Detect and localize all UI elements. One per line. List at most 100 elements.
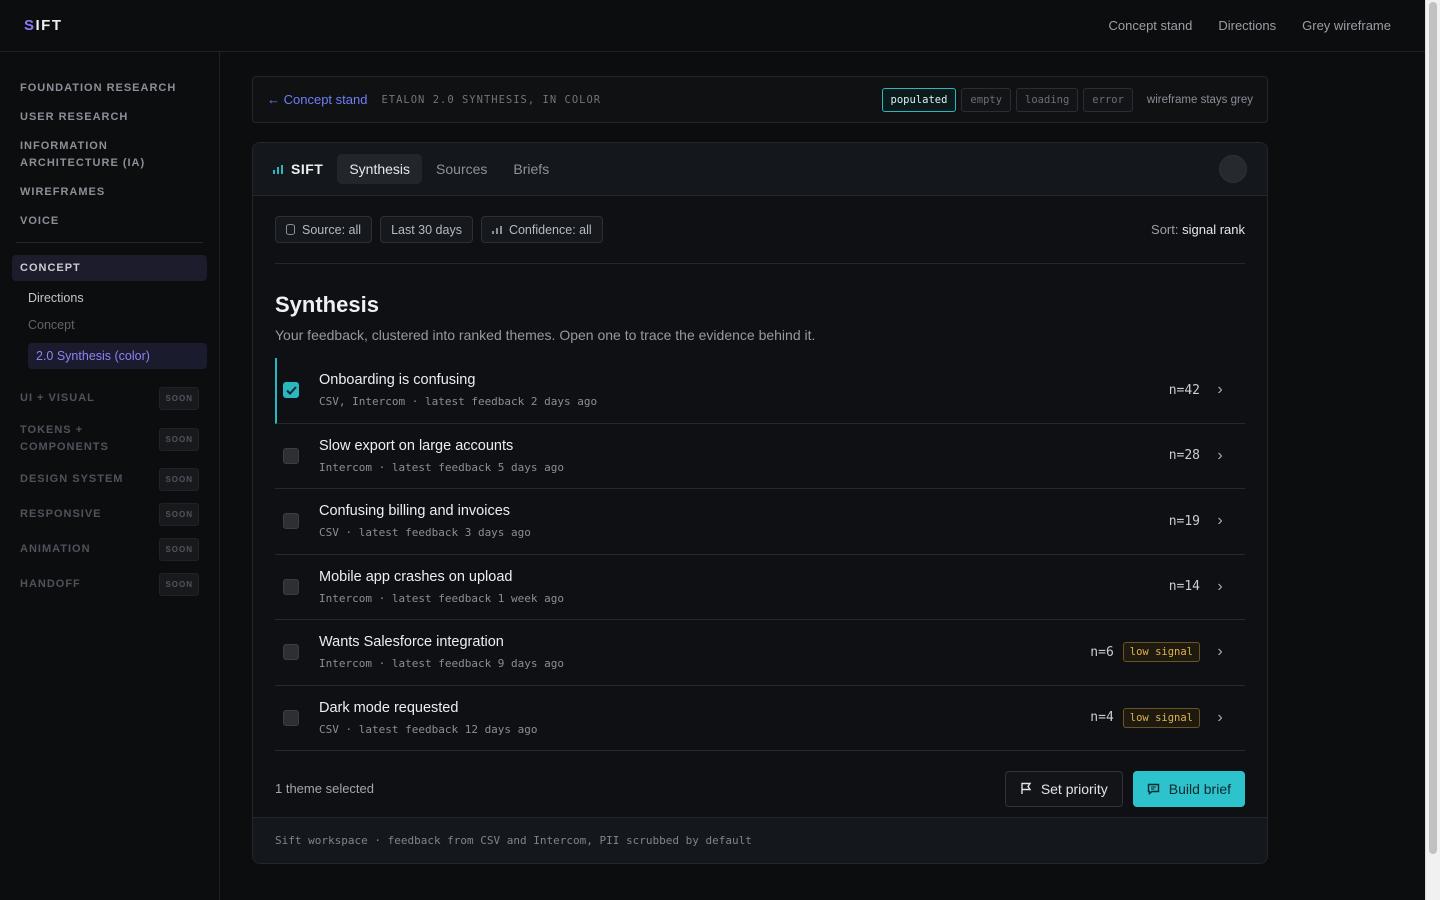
- sidebar-divider: [16, 242, 203, 243]
- theme-count: n=19: [1168, 513, 1200, 529]
- top-bar: SIFT Concept stand Directions Grey wiref…: [0, 0, 1425, 52]
- wireframe-note: wireframe stays grey: [1146, 93, 1253, 106]
- theme-row[interactable]: Slow export on large accounts Intercom ·…: [275, 424, 1245, 489]
- app-header: SIFT Synthesis Sources Briefs: [253, 143, 1267, 196]
- theme-checkbox[interactable]: [283, 709, 299, 726]
- confidence-filter[interactable]: Confidence: all: [480, 216, 603, 243]
- theme-row[interactable]: Onboarding is confusing CSV, Intercom · …: [275, 358, 1245, 424]
- divider: [275, 263, 1245, 264]
- theme-meta: CSV · latest feedback 12 days ago: [319, 722, 538, 736]
- state-loading-pill[interactable]: loading: [1016, 87, 1079, 112]
- theme-title: Mobile app crashes on upload: [319, 568, 513, 585]
- flag-icon: [1021, 782, 1032, 794]
- sidebar-sub-concept[interactable]: Concept: [12, 316, 207, 334]
- signal-bars-icon: [491, 225, 502, 234]
- build-brief-button[interactable]: Build brief: [1132, 770, 1245, 807]
- soon-badge: SOON: [159, 427, 199, 451]
- theme-meta: Intercom · latest feedback 1 week ago: [319, 591, 565, 605]
- topnav-directions[interactable]: Directions: [1218, 18, 1276, 33]
- soon-badge: SOON: [159, 387, 199, 410]
- tab-briefs[interactable]: Briefs: [501, 154, 561, 184]
- theme-checkbox[interactable]: [283, 382, 299, 399]
- theme-meta: Intercom · latest feedback 9 days ago: [319, 657, 565, 671]
- chevron-right-icon[interactable]: ›: [1215, 643, 1225, 661]
- sidebar-item-tokens-components[interactable]: TOKENS + COMPONENTS SOON: [12, 422, 207, 456]
- sidebar-item-foundation-research[interactable]: FOUNDATION RESEARCH: [12, 80, 207, 97]
- state-error-pill[interactable]: error: [1083, 87, 1133, 112]
- source-filter[interactable]: Source: all: [275, 216, 373, 243]
- theme-count: n=42: [1168, 382, 1200, 398]
- theme-row[interactable]: Mobile app crashes on upload Intercom · …: [275, 555, 1245, 620]
- theme-count: n=28: [1168, 448, 1200, 464]
- logo[interactable]: SIFT: [24, 17, 63, 34]
- sort-control[interactable]: Sort: signal rank: [1151, 222, 1245, 237]
- theme-title: Confusing billing and invoices: [319, 503, 511, 520]
- topnav-concept-stand[interactable]: Concept stand: [1109, 18, 1193, 33]
- sidebar-item-animation[interactable]: ANIMATION SOON: [12, 538, 207, 561]
- sidebar-sub-directions[interactable]: Directions: [12, 289, 207, 307]
- theme-count: n=14: [1168, 579, 1200, 595]
- theme-row[interactable]: Dark mode requested CSV · latest feedbac…: [275, 686, 1245, 751]
- chevron-right-icon[interactable]: ›: [1215, 709, 1225, 727]
- filter-bar: Source: all Last 30 days Confidence: all…: [275, 216, 1245, 243]
- chevron-right-icon[interactable]: ›: [1215, 381, 1225, 399]
- state-populated-pill[interactable]: populated: [881, 87, 957, 112]
- scrollbar-thumb[interactable]: [1429, 2, 1437, 854]
- app-brand[interactable]: SIFT: [273, 161, 323, 177]
- sidebar-item-information-architecture[interactable]: INFORMATION ARCHITECTURE (IA): [12, 138, 207, 172]
- database-icon: [286, 224, 295, 235]
- set-priority-button[interactable]: Set priority: [1004, 770, 1123, 807]
- low-signal-badge: low signal: [1122, 707, 1200, 728]
- footer-text: Sift workspace · feedback from CSV and I…: [275, 834, 752, 847]
- signal-bars-icon: [273, 164, 283, 174]
- sidebar-sub-synthesis-color[interactable]: 2.0 Synthesis (color): [28, 343, 207, 369]
- theme-row[interactable]: Wants Salesforce integration Intercom · …: [275, 620, 1245, 686]
- tab-sources[interactable]: Sources: [424, 154, 499, 184]
- theme-meta: CSV · latest feedback 3 days ago: [319, 526, 531, 540]
- soon-badge: SOON: [159, 538, 199, 561]
- soon-badge: SOON: [159, 468, 199, 491]
- sidebar-item-ui-visual[interactable]: UI + VISUAL SOON: [12, 387, 207, 410]
- state-empty-pill[interactable]: empty: [961, 87, 1012, 112]
- back-to-concept-stand-link[interactable]: ← Concept stand: [267, 92, 367, 107]
- theme-row[interactable]: Confusing billing and invoices CSV · lat…: [275, 489, 1245, 555]
- theme-checkbox[interactable]: [283, 447, 299, 464]
- action-bar: 1 theme selected Set priority Build brie…: [275, 751, 1245, 824]
- theme-count: n=6: [1090, 644, 1114, 660]
- date-range-filter[interactable]: Last 30 days: [380, 216, 473, 243]
- theme-checkbox[interactable]: [283, 644, 299, 661]
- soon-badge: SOON: [159, 503, 199, 526]
- sidebar-item-user-research[interactable]: USER RESEARCH: [12, 109, 207, 126]
- concept-title: ETALON 2.0 SYNTHESIS, IN COLOR: [381, 93, 602, 106]
- app-preview-card: SIFT Synthesis Sources Briefs Source: al…: [252, 142, 1268, 864]
- top-nav: Concept stand Directions Grey wireframe: [1109, 18, 1392, 33]
- checkmark-icon: [285, 386, 297, 395]
- theme-title: Wants Salesforce integration: [319, 634, 504, 651]
- topnav-grey-wireframe[interactable]: Grey wireframe: [1302, 18, 1391, 33]
- sidebar-item-voice[interactable]: VOICE: [12, 213, 207, 230]
- concept-bar: ← Concept stand ETALON 2.0 SYNTHESIS, IN…: [252, 76, 1268, 123]
- tab-synthesis[interactable]: Synthesis: [337, 154, 423, 184]
- theme-meta: CSV, Intercom · latest feedback 2 days a…: [319, 395, 598, 409]
- message-icon: [1147, 783, 1159, 795]
- theme-list: Onboarding is confusing CSV, Intercom · …: [275, 358, 1245, 751]
- theme-title: Onboarding is confusing: [319, 372, 476, 389]
- sidebar-item-concept[interactable]: CONCEPT: [12, 255, 207, 281]
- state-switcher: populated empty loading error wireframe …: [881, 87, 1253, 112]
- selection-count: 1 theme selected: [275, 781, 375, 796]
- chevron-right-icon[interactable]: ›: [1215, 447, 1225, 465]
- page-scrollbar[interactable]: [1425, 0, 1440, 900]
- avatar[interactable]: [1219, 155, 1247, 183]
- sidebar-item-wireframes[interactable]: WIREFRAMES: [12, 184, 207, 201]
- chevron-right-icon[interactable]: ›: [1215, 512, 1225, 530]
- theme-checkbox[interactable]: [283, 513, 299, 530]
- page-title: Synthesis: [275, 292, 379, 317]
- sidebar-item-handoff[interactable]: HANDOFF SOON: [12, 573, 207, 596]
- sidebar: FOUNDATION RESEARCH USER RESEARCH INFORM…: [0, 52, 220, 900]
- theme-count: n=4: [1090, 710, 1114, 726]
- card-footer: Sift workspace · feedback from CSV and I…: [253, 817, 1267, 863]
- chevron-right-icon[interactable]: ›: [1215, 578, 1225, 596]
- theme-checkbox[interactable]: [283, 578, 299, 595]
- sidebar-item-design-system[interactable]: DESIGN SYSTEM SOON: [12, 468, 207, 491]
- sidebar-item-responsive[interactable]: RESPONSIVE SOON: [12, 503, 207, 526]
